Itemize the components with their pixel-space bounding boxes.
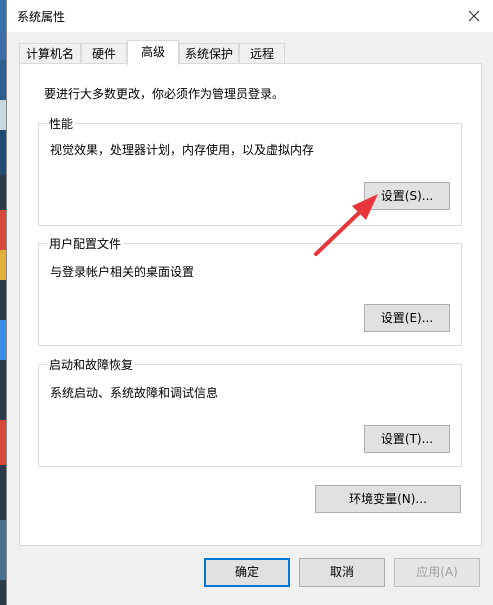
red-annotation-arrow bbox=[314, 194, 378, 256]
tab-advanced[interactable]: 高级 bbox=[127, 40, 179, 65]
